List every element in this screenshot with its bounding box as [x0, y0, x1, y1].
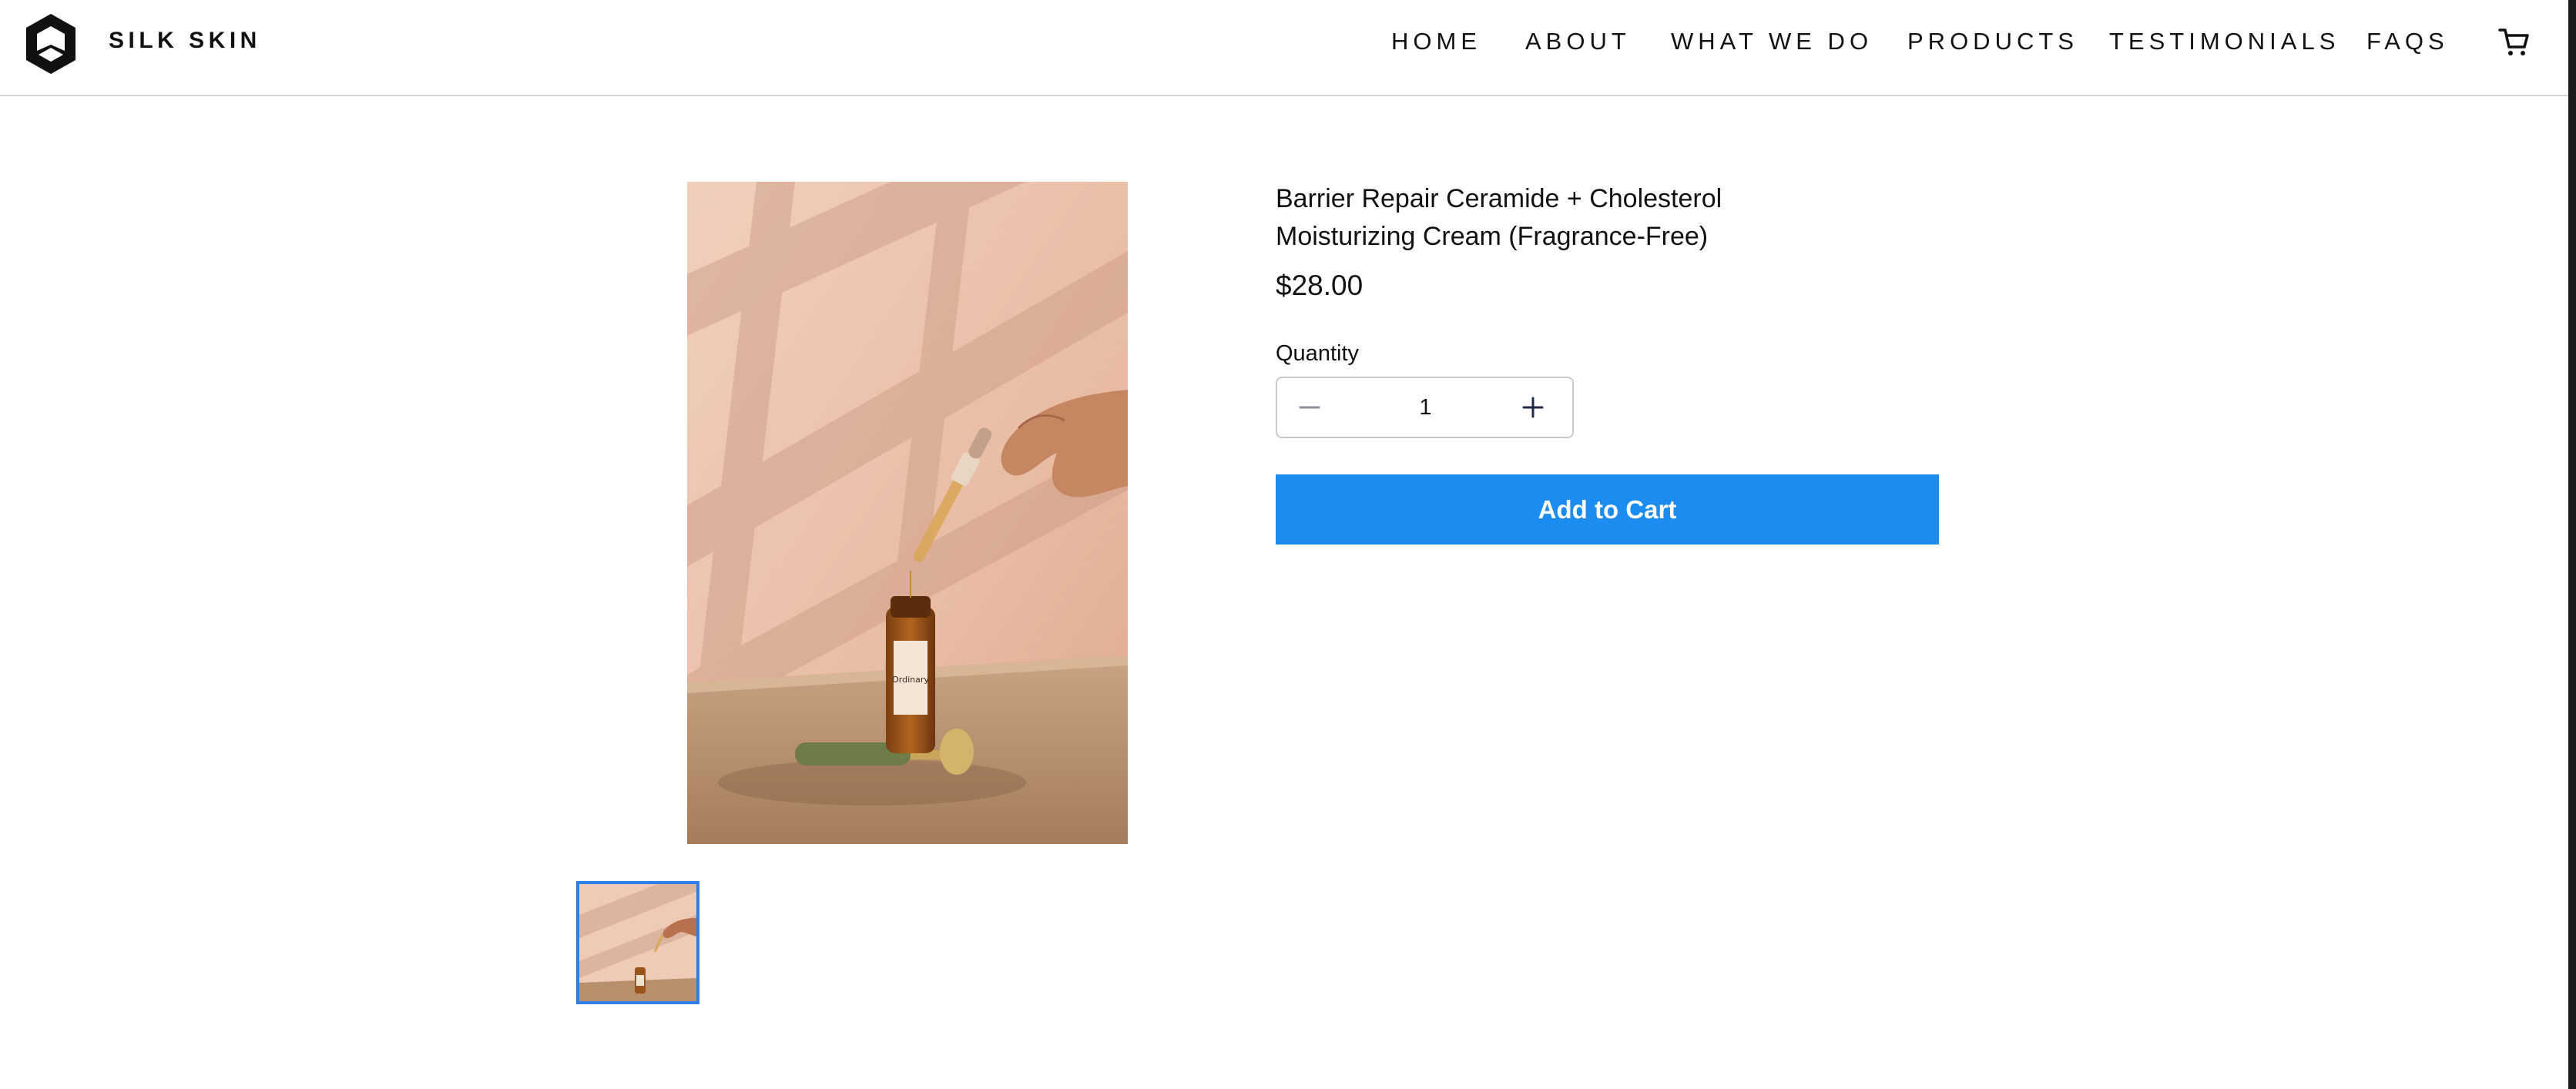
- nav-faqs[interactable]: FAQS: [2366, 28, 2449, 55]
- nav-home[interactable]: HOME: [1391, 28, 1481, 55]
- product-title: Barrier Repair Ceramide + Cholesterol Mo…: [1276, 180, 1815, 256]
- window-edge: [2568, 0, 2576, 1089]
- product-page: SILK SKIN HOME ABOUT WHAT WE DO PRODUCTS…: [0, 0, 2576, 1089]
- nav-testimonials[interactable]: TESTIMONIALS: [2109, 28, 2340, 55]
- quantity-label: Quantity: [1276, 341, 1359, 366]
- minus-icon[interactable]: [1294, 392, 1325, 423]
- main-nav: HOME ABOUT WHAT WE DO PRODUCTS TESTIMONI…: [0, 28, 2568, 59]
- site-header: SILK SKIN HOME ABOUT WHAT WE DO PRODUCTS…: [0, 0, 2568, 96]
- add-to-cart-button[interactable]: Add to Cart: [1276, 474, 1939, 544]
- product-thumbnail[interactable]: [576, 881, 699, 1004]
- quantity-stepper: 1: [1276, 377, 1574, 438]
- product-title-line-2: Moisturizing Cream (Fragrance-Free): [1276, 222, 1709, 251]
- nav-about[interactable]: ABOUT: [1525, 28, 1631, 55]
- nav-what-we-do[interactable]: WHAT WE DO: [1671, 28, 1873, 55]
- serum-dropper-thumbnail: [579, 884, 696, 1001]
- serum-dropper-photo: Ordinary: [687, 182, 1128, 844]
- shopping-cart-icon[interactable]: [2498, 27, 2531, 58]
- nav-products[interactable]: PRODUCTS: [1907, 28, 2078, 55]
- product-title-line-1: Barrier Repair Ceramide + Cholesterol: [1276, 184, 1722, 213]
- product-price: $28.00: [1276, 270, 1363, 301]
- svg-text:Ordinary: Ordinary: [892, 675, 929, 685]
- quantity-input[interactable]: 1: [1354, 378, 1497, 437]
- plus-icon[interactable]: [1518, 392, 1548, 423]
- product-image: Ordinary: [687, 182, 1128, 844]
